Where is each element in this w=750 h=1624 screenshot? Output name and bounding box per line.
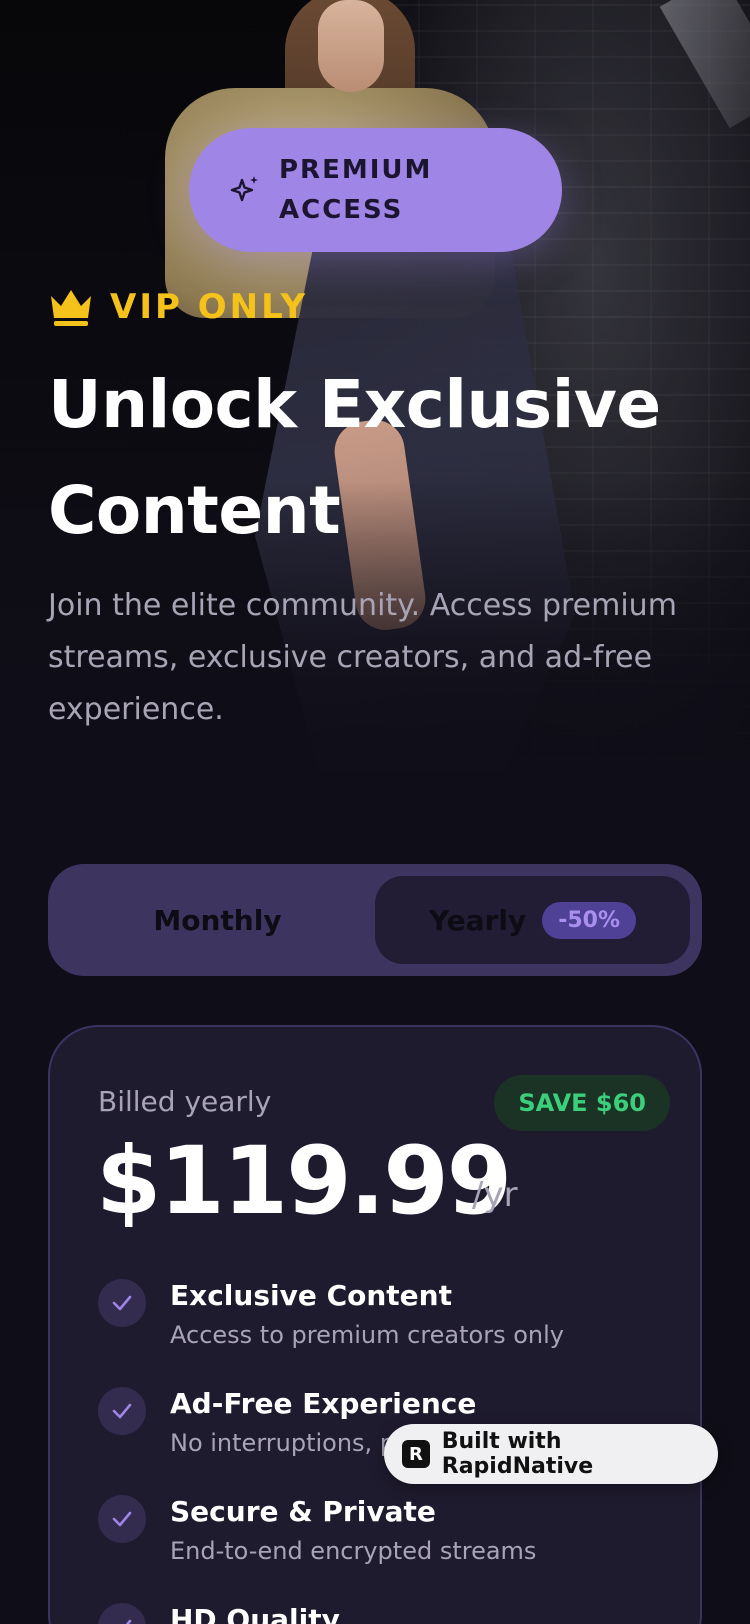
feature-item: Secure & Private End-to-end encrypted st… — [98, 1493, 536, 1571]
feature-desc: Access to premium creators only — [170, 1321, 564, 1349]
plan-period: /yr — [472, 1175, 518, 1215]
yearly-option[interactable]: Yearly -50% — [375, 876, 690, 964]
page-subtitle: Join the elite community. Access premium… — [48, 588, 677, 727]
billed-label: Billed yearly — [98, 1085, 272, 1118]
sparkle-icon — [230, 176, 258, 202]
yearly-label: Yearly — [428, 903, 527, 937]
check-icon — [98, 1603, 146, 1624]
feature-title: HD Quality — [170, 1603, 340, 1624]
save-badge: SAVE $60 — [494, 1075, 670, 1131]
rapidnative-logo-icon: R — [402, 1440, 430, 1468]
feature-item: Exclusive Content Access to premium crea… — [98, 1277, 564, 1355]
premium-access-pill: PREMIUM ACCESS — [189, 128, 562, 252]
page-title: Unlock Exclusive Content — [48, 366, 661, 549]
built-with-label: Built with RapidNative — [441, 1429, 594, 1479]
built-with-badge[interactable]: R Built with RapidNative — [384, 1424, 718, 1484]
monthly-label: Monthly — [153, 903, 282, 937]
feature-title: Exclusive Content — [170, 1279, 452, 1312]
check-icon — [98, 1495, 146, 1543]
crown-icon — [51, 290, 91, 326]
plan-card: Billed yearly SAVE $60 $119.99 /yr Exclu… — [48, 1025, 702, 1624]
vip-row: VIP ONLY — [48, 286, 308, 328]
feature-item: HD Quality — [98, 1601, 340, 1624]
check-icon — [98, 1279, 146, 1327]
billing-toggle: Monthly Yearly -50% — [48, 864, 702, 976]
feature-title: Secure & Private — [170, 1495, 436, 1528]
check-icon — [98, 1387, 146, 1435]
plan-price: $119.99 — [96, 1127, 512, 1236]
hero-model-face — [318, 0, 384, 92]
premium-access-label: PREMIUM ACCESS — [279, 155, 433, 225]
feature-desc: End-to-end encrypted streams — [170, 1537, 537, 1565]
vip-only-label: VIP ONLY — [110, 287, 309, 327]
discount-badge: -50% — [542, 901, 637, 939]
feature-title: Ad-Free Experience — [170, 1387, 477, 1420]
monthly-option[interactable]: Monthly — [60, 876, 375, 964]
